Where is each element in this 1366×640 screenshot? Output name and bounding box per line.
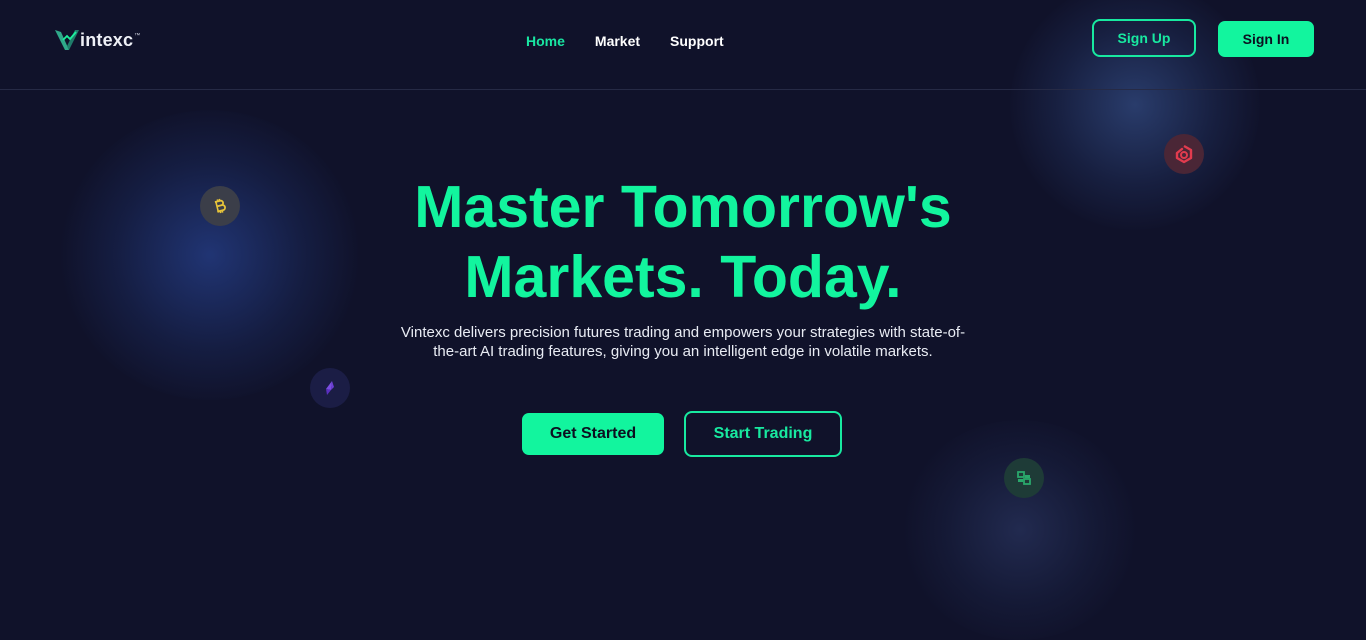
- hero-description: Vintexc delivers precision futures tradi…: [400, 324, 966, 360]
- nav-home[interactable]: Home: [526, 33, 565, 49]
- bnb-icon: [1017, 471, 1031, 485]
- hero-title-line-1: Master Tomorrow's: [414, 174, 952, 240]
- ethereum-coin: [310, 368, 350, 408]
- bitcoin-coin: [200, 186, 240, 226]
- bitcoin-icon: [214, 198, 226, 214]
- red-token-icon: [1175, 144, 1193, 164]
- brand-logo[interactable]: intexc ™: [54, 27, 140, 53]
- site-header: intexc ™ Home Market Support Sign Up Sig…: [0, 0, 1366, 90]
- vintexc-logo-icon: [55, 30, 79, 50]
- hero-title-line-2: Markets. Today.: [464, 244, 902, 310]
- nav-market[interactable]: Market: [595, 33, 640, 49]
- main-nav: Home Market Support: [526, 33, 754, 49]
- ethereum-icon: [326, 381, 334, 395]
- trademark-mark: ™: [134, 33, 141, 39]
- sign-up-button[interactable]: Sign Up: [1092, 19, 1196, 57]
- sign-in-button[interactable]: Sign In: [1218, 21, 1314, 57]
- background-glow-bottom: [900, 420, 1140, 640]
- hero-title: Master Tomorrow's Markets. Today.: [333, 172, 1033, 312]
- start-trading-button[interactable]: Start Trading: [684, 411, 842, 457]
- brand-name: intexc: [80, 29, 134, 50]
- get-started-button[interactable]: Get Started: [522, 413, 664, 455]
- bnb-coin: [1004, 458, 1044, 498]
- background-glow-left: [60, 110, 360, 400]
- nav-support[interactable]: Support: [670, 33, 724, 49]
- red-token-coin: [1164, 134, 1204, 174]
